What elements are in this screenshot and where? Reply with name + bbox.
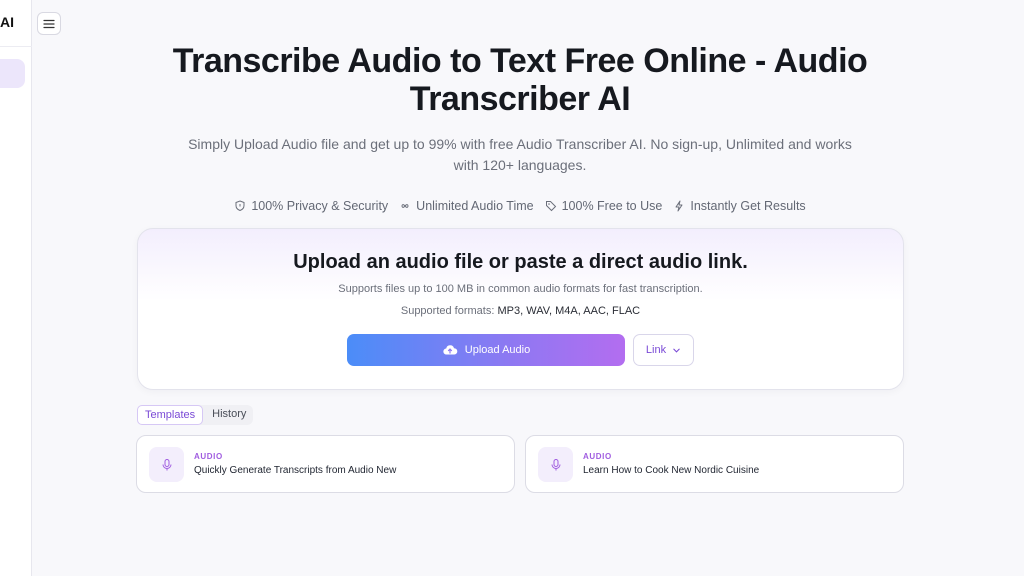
microphone-icon xyxy=(162,458,171,470)
feature-item: Unlimited Audio Time xyxy=(399,199,534,213)
formats-value: MP3, WAV, M4A, AAC, FLAC xyxy=(497,305,641,317)
microphone-icon xyxy=(551,458,560,470)
upload-audio-button[interactable]: Upload Audio xyxy=(347,334,625,366)
shield-icon xyxy=(235,200,245,212)
tag-icon xyxy=(545,201,556,212)
infinity-icon xyxy=(401,204,409,208)
template-tag: AUDIO xyxy=(583,452,612,461)
menu-toggle-button[interactable] xyxy=(37,12,61,35)
feature-label: Instantly Get Results xyxy=(690,199,806,213)
template-icon-box xyxy=(538,447,573,482)
upload-card: Upload an audio file or paste a direct a… xyxy=(137,228,904,390)
cloud-upload-icon xyxy=(443,345,458,355)
feature-label: 100% Privacy & Security xyxy=(251,199,389,213)
template-tag: AUDIO xyxy=(194,452,223,461)
template-icon-box xyxy=(149,447,184,482)
hamburger-icon xyxy=(43,19,55,28)
upload-description: Supports files up to 100 MB in common au… xyxy=(338,283,703,295)
feature-item: 100% Privacy & Security xyxy=(234,199,388,213)
link-label: Link xyxy=(645,344,667,356)
template-name: Learn How to Cook New Nordic Cuisine xyxy=(583,465,760,476)
feature-item: Instantly Get Results xyxy=(673,199,806,213)
supported-formats: Supported formats: MP3, WAV, M4A, AAC, F… xyxy=(138,305,903,317)
brand-logo-text[interactable]: AI xyxy=(0,14,14,30)
sidebar-item-active[interactable] xyxy=(0,59,25,88)
sidebar: AI xyxy=(0,0,32,576)
formats-label: Supported formats: xyxy=(400,305,495,317)
lightning-icon xyxy=(675,200,683,212)
divider xyxy=(0,46,32,47)
template-tabs: Templates History xyxy=(137,405,254,425)
tab-templates[interactable]: Templates xyxy=(137,405,204,425)
template-card[interactable]: AUDIO Quickly Generate Transcripts from … xyxy=(136,435,515,493)
template-card[interactable]: AUDIO Learn How to Cook New Nordic Cuisi… xyxy=(525,435,904,493)
chevron-down-icon xyxy=(673,348,680,353)
link-dropdown-button[interactable]: Link xyxy=(633,334,694,366)
upload-audio-label: Upload Audio xyxy=(464,344,531,356)
template-name: Quickly Generate Transcripts from Audio … xyxy=(194,465,397,476)
feature-label: 100% Free to Use xyxy=(561,199,663,213)
feature-label: Unlimited Audio Time xyxy=(416,199,534,213)
tab-history[interactable]: History xyxy=(205,405,253,425)
page-title: Transcribe Audio to Text Free Online - A… xyxy=(172,42,868,118)
feature-item: 100% Free to Use xyxy=(545,199,663,213)
feature-list: 100% Privacy & Security Unlimited Audio … xyxy=(0,199,1024,213)
upload-title: Upload an audio file or paste a direct a… xyxy=(293,251,748,273)
page-subtitle: Simply Upload Audio file and get up to 9… xyxy=(188,136,852,173)
